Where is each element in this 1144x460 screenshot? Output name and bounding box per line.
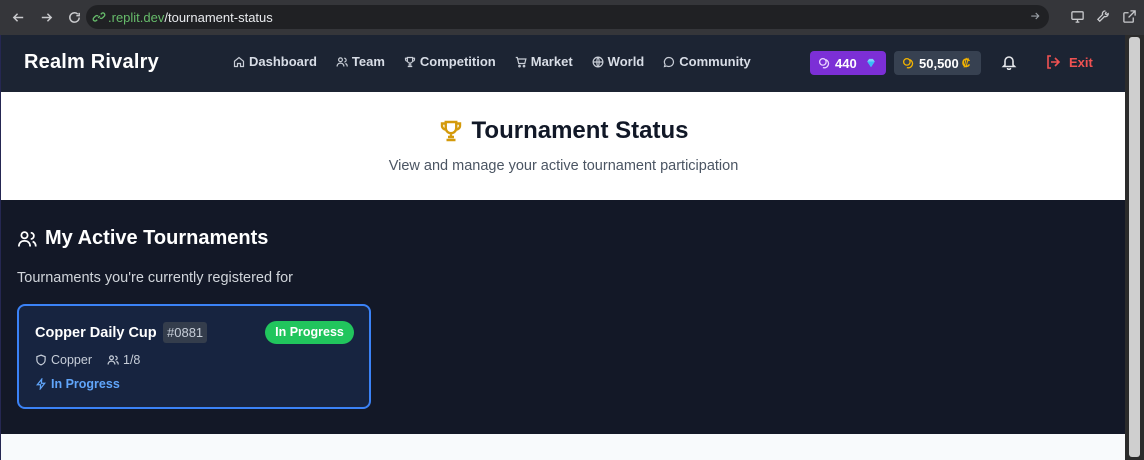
coins-icon [818, 57, 830, 68]
nav-item-team[interactable]: Team [336, 54, 385, 69]
gems-balance-badge[interactable]: 440 [810, 51, 886, 75]
section-title: My Active Tournaments [17, 227, 268, 250]
share-arrow-icon[interactable] [1029, 10, 1041, 25]
back-arrow-icon[interactable] [5, 5, 31, 31]
wrench-icon[interactable] [1094, 7, 1112, 25]
log-out-icon [1047, 55, 1061, 69]
shield-icon [36, 354, 46, 366]
reload-icon[interactable] [61, 5, 87, 31]
url-path: /tournament-status [164, 9, 273, 25]
nav-item-market[interactable]: Market [515, 54, 573, 69]
nav-item-dashboard[interactable]: Dashboard [233, 54, 317, 69]
notification-bell-icon[interactable] [1001, 54, 1017, 70]
nav-label: Dashboard [249, 54, 317, 69]
credits-value: 50,500 [919, 55, 959, 71]
credits-symbol: ₡ [961, 56, 971, 70]
nav-label: World [607, 54, 645, 69]
globe-icon [592, 56, 604, 67]
url-host: .replit.dev [108, 9, 165, 25]
page-hero: Tournament Status View and manage your a… [1, 92, 1125, 200]
tournament-name: Copper Daily Cup [35, 325, 157, 341]
app-header: Realm Rivalry Dashboard Team Competition… [1, 35, 1125, 92]
exit-label: Exit [1069, 54, 1093, 70]
users-icon [336, 56, 348, 67]
browser-actions [1068, 7, 1138, 25]
division-label: Copper [51, 353, 92, 367]
forward-arrow-icon[interactable] [33, 5, 59, 31]
main-nav: Dashboard Team Competition Market World … [233, 54, 770, 69]
active-tournaments-section: My Active Tournaments Tournaments you're… [1, 200, 1125, 434]
nav-label: Team [351, 54, 385, 69]
section-title-text: My Active Tournaments [45, 227, 269, 249]
progress-label: In Progress [51, 377, 120, 391]
home-icon [233, 56, 245, 67]
scroll-thumb[interactable] [1129, 37, 1140, 457]
gem-icon [866, 58, 875, 68]
cart-icon [515, 56, 527, 67]
page-title-text: Tournament Status [471, 117, 689, 144]
page-subtitle: View and manage your active tournament p… [388, 158, 739, 174]
page-scrollbar[interactable] [1125, 35, 1144, 460]
nav-item-world[interactable]: World [592, 54, 645, 69]
open-external-icon[interactable] [1120, 7, 1138, 25]
chat-bubble-icon [663, 56, 675, 67]
exit-button[interactable]: Exit [1045, 54, 1093, 70]
users-icon [18, 230, 37, 247]
brand-logo-text[interactable]: Realm Rivalry [24, 51, 159, 74]
status-badge: In Progress [265, 321, 354, 344]
trophy-icon [404, 56, 416, 67]
trophy-icon [440, 120, 461, 142]
coins-icon [902, 57, 914, 68]
nav-label: Competition [419, 54, 496, 69]
nav-label: Market [530, 54, 573, 69]
progress-status: In Progress [35, 377, 120, 391]
nav-label: Community [679, 54, 751, 69]
tournament-card[interactable]: Copper Daily Cup #0881 In Progress Coppe… [17, 304, 371, 409]
address-bar[interactable]: .replit.dev/tournament-status [86, 5, 1049, 29]
nav-item-competition[interactable]: Competition [404, 54, 496, 69]
monitor-icon[interactable] [1068, 7, 1086, 25]
tournament-id-badge: #0881 [163, 322, 208, 343]
participants-count: 1/8 [123, 353, 141, 367]
credits-balance-badge[interactable]: 50,500 ₡ [894, 51, 981, 75]
nav-item-community[interactable]: Community [663, 54, 751, 69]
page-title: Tournament Status [1, 117, 1125, 145]
next-section-edge [1, 434, 1125, 460]
lightning-bolt-icon [36, 378, 46, 390]
section-subtitle: Tournaments you're currently registered … [17, 270, 293, 286]
link-icon [92, 12, 106, 22]
users-icon [107, 355, 119, 365]
tournament-meta: Copper 1/8 [35, 353, 140, 367]
browser-toolbar: .replit.dev/tournament-status [0, 0, 1144, 35]
page-viewport: Realm Rivalry Dashboard Team Competition… [0, 35, 1125, 460]
gems-value: 440 [835, 55, 857, 71]
